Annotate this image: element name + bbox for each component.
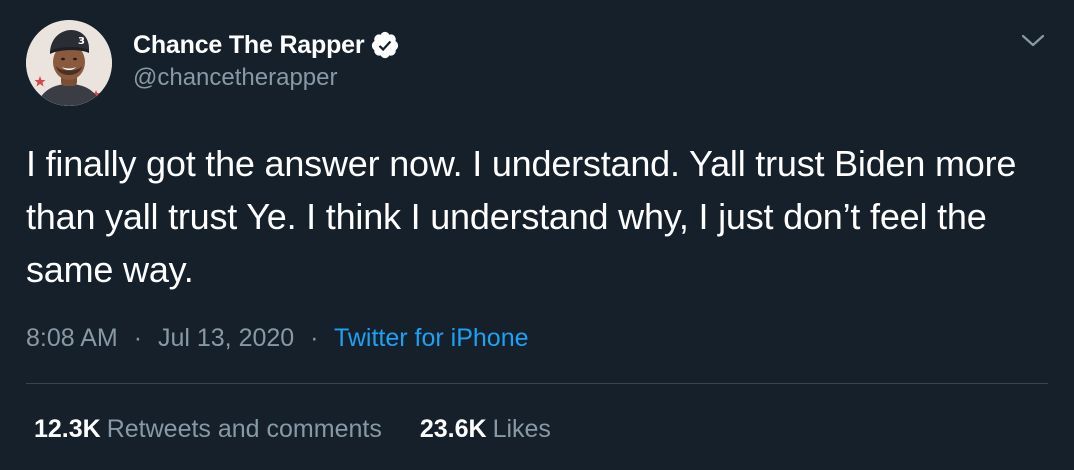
tweet-meta: 8:08 AM · Jul 13, 2020 · Twitter for iPh… <box>26 324 529 353</box>
chevron-down-icon[interactable] <box>1020 30 1046 50</box>
likes-stat[interactable]: 23.6K Likes <box>420 415 551 444</box>
avatar[interactable]: 3 <box>26 20 112 106</box>
tweet-source-link[interactable]: Twitter for iPhone <box>334 324 529 352</box>
meta-separator: · <box>133 324 143 352</box>
tweet-text: I finally got the answer now. I understa… <box>26 143 1017 290</box>
verified-badge-icon <box>370 30 400 60</box>
retweets-label: Retweets and comments <box>106 415 382 443</box>
avatar-image: 3 <box>26 20 112 106</box>
likes-count: 23.6K <box>419 415 487 443</box>
display-name[interactable]: Chance The Rapper <box>133 31 365 60</box>
divider <box>26 383 1048 384</box>
meta-separator: · <box>310 324 319 352</box>
likes-label: Likes <box>492 415 551 443</box>
user-handle[interactable]: @chancetherapper <box>133 64 338 92</box>
avatar-cap-number: 3 <box>78 36 85 47</box>
tweet-date[interactable]: Jul 13, 2020 <box>158 324 294 352</box>
tweet-time[interactable]: 8:08 AM <box>26 324 118 352</box>
user-name-row: Chance The Rapper <box>133 28 400 62</box>
retweets-count: 12.3K <box>34 415 101 443</box>
tweet-stats: 12.3K Retweets and comments 23.6K Likes <box>34 415 551 444</box>
retweets-stat[interactable]: 12.3K Retweets and comments <box>34 415 382 444</box>
tweet-card: 3 Chance The Rapper @chancetherapper I f… <box>0 0 1074 470</box>
